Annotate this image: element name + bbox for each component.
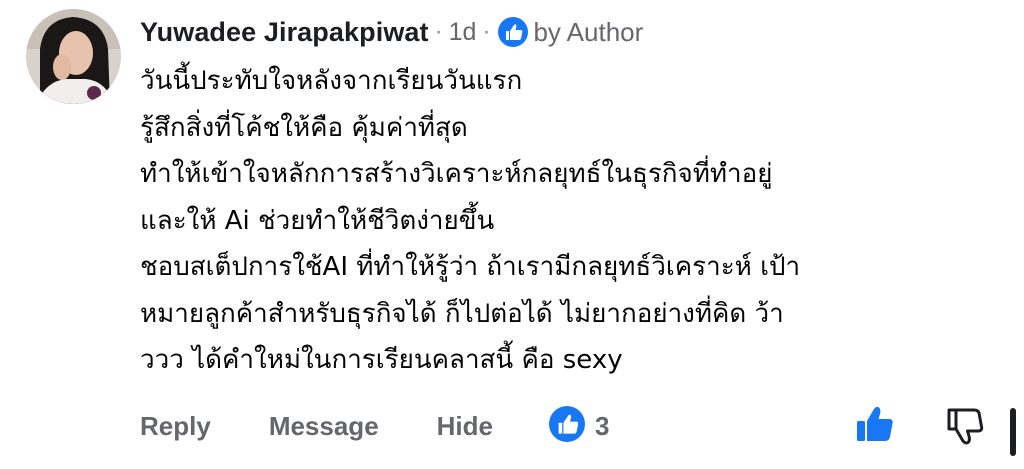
comment-header: Yuwadee Jirapakpiwat · 1d · by Author	[140, 13, 643, 51]
message-button[interactable]: Message	[269, 411, 379, 442]
comment-text-line: รู้สึกสิ่งที่โค้ชให้คือ คุ้มค่าที่สุด	[140, 112, 468, 143]
separator-dot: ·	[434, 18, 443, 45]
avatar-image	[26, 9, 121, 104]
comment-body: วันนี้ประทับใจหลังจากเรียนวันแรก รู้สึกส…	[140, 58, 1000, 384]
like-count: 3	[595, 410, 610, 441]
scrollbar[interactable]	[1010, 408, 1016, 456]
comment-text-line: ววว ได้คำใหม่ในการเรียนคลาสนี้ คือ sexy	[140, 345, 623, 375]
author-name[interactable]: Yuwadee Jirapakpiwat	[140, 17, 429, 48]
avatar[interactable]	[26, 9, 121, 104]
thumbs-up-icon	[498, 17, 529, 47]
liked-by-author-label: by Author	[533, 16, 644, 47]
like-button[interactable]	[855, 405, 895, 445]
comment: Yuwadee Jirapakpiwat · 1d · by Author วั…	[0, 0, 1024, 469]
dislike-button[interactable]	[946, 405, 986, 445]
thumbs-down-icon	[947, 408, 984, 445]
timestamp[interactable]: 1d	[449, 18, 477, 47]
comment-text-line: ชอบสเต็ปการใช้AI ที่ทำให้รู้ว่า ถ้าเรามี…	[140, 252, 801, 282]
reaction-summary[interactable]: 3	[549, 405, 610, 447]
reply-button[interactable]: Reply	[140, 411, 211, 442]
comment-text-line: วันนี้ประทับใจหลังจากเรียนวันแรก	[140, 66, 523, 96]
separator-dot: ·	[482, 18, 491, 45]
hide-button[interactable]: Hide	[437, 411, 493, 442]
thumbs-up-icon	[857, 406, 893, 441]
thumbs-up-icon	[549, 405, 585, 447]
comment-text-line: หมายลูกค้าสำหรับธุรกิจได้ ก็ไปต่อได้ ไม่…	[140, 298, 784, 329]
comment-text-line: ทำให้เข้าใจหลักการสร้างวิเคราะห์กลยุทธ์ใ…	[140, 159, 773, 189]
comment-text-line: และให้ Ai ช่วยทำให้ชีวิตง่ายขึ้น	[140, 205, 495, 236]
